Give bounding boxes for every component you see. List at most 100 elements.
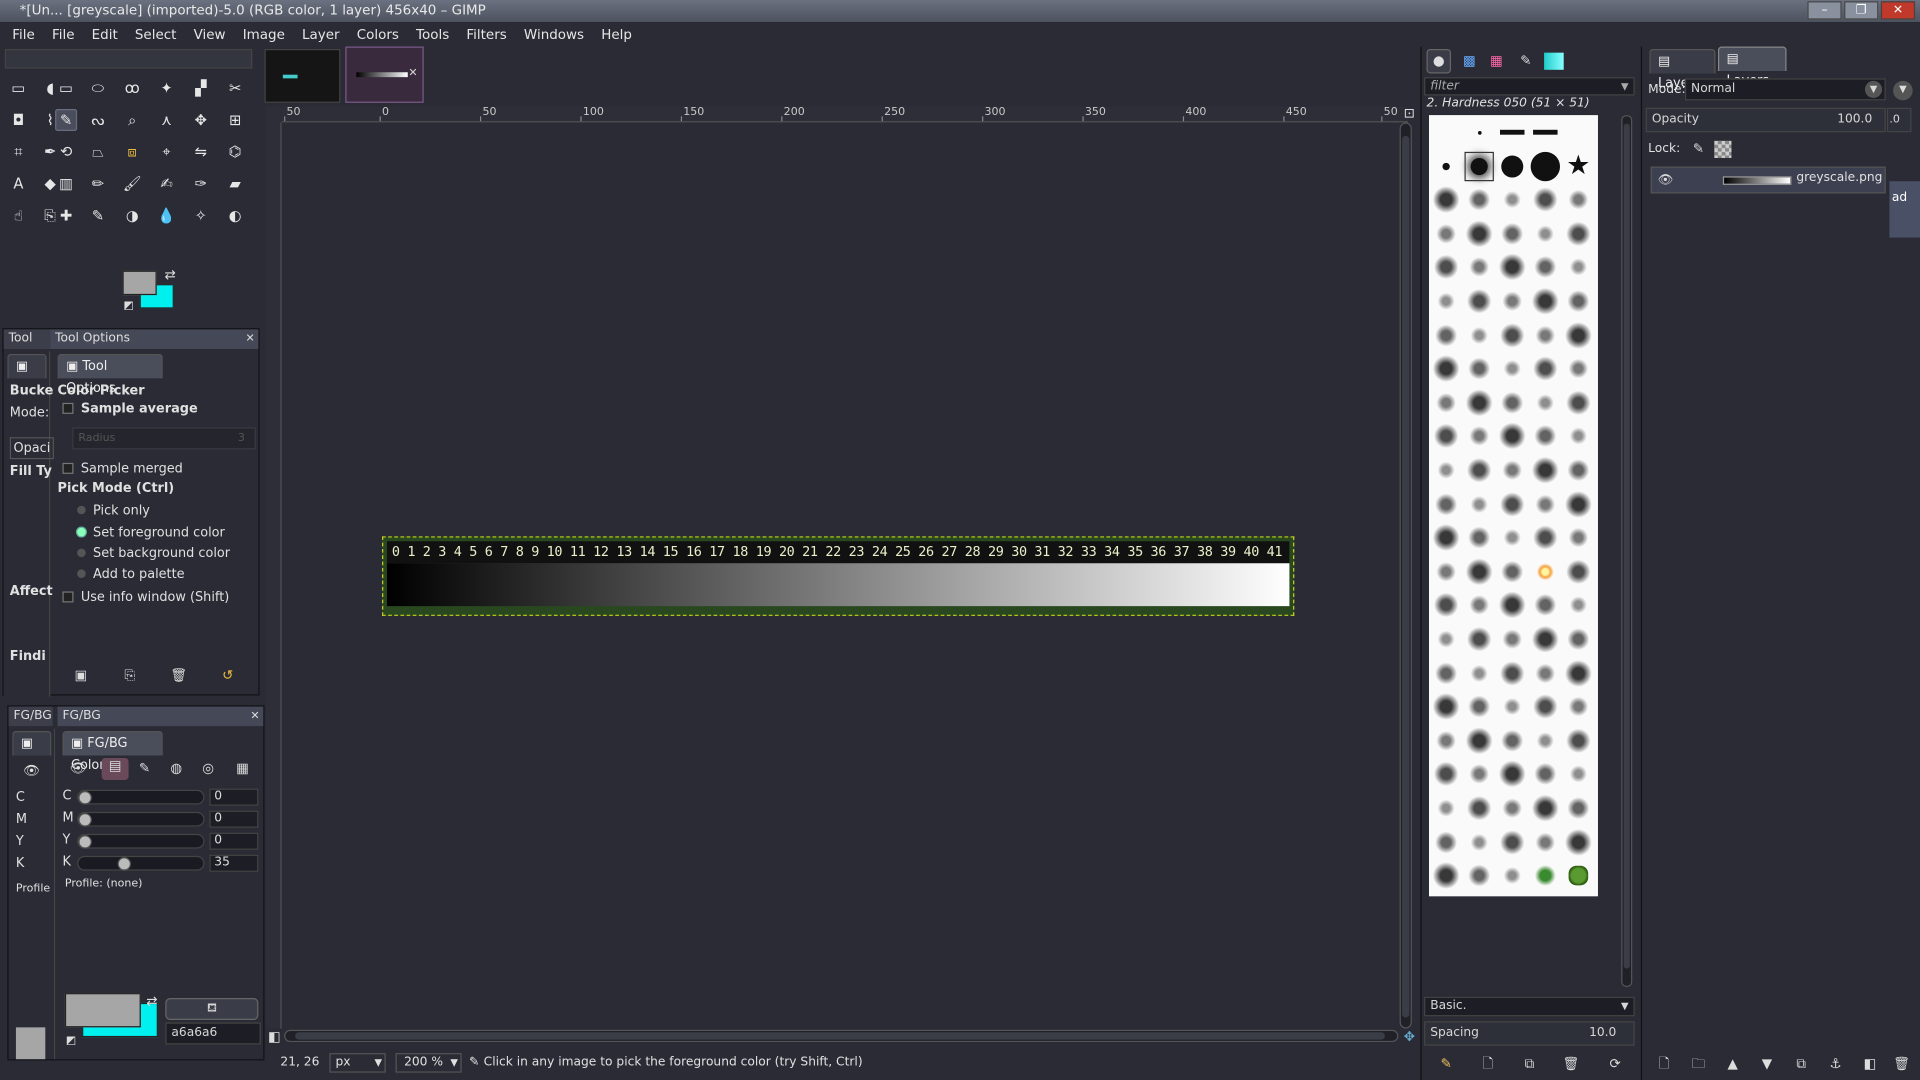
brush-thumbnail[interactable] (1530, 151, 1561, 181)
brush-thumbnail[interactable] (1531, 456, 1560, 485)
measure-icon[interactable]: ⋏ (156, 109, 178, 131)
brush-thumbnail[interactable] (1498, 151, 1527, 180)
brush-thumbnail[interactable] (1431, 692, 1460, 721)
brush-thumbnail[interactable] (1431, 253, 1460, 282)
brush-thumbnail[interactable] (1564, 320, 1593, 349)
brush-thumbnail[interactable] (1465, 692, 1494, 721)
brush-thumbnail[interactable] (1531, 557, 1560, 586)
close-icon[interactable]: ✕ (250, 707, 259, 727)
menu-edit[interactable]: Edit (92, 26, 118, 42)
eye-icon[interactable]: 👁 (23, 763, 40, 780)
edit-brush-icon[interactable]: ✎ (1438, 1056, 1455, 1073)
channel-value-k[interactable]: 35 (209, 854, 259, 872)
brush-thumbnail[interactable] (1431, 726, 1460, 755)
brush-thumbnail[interactable] (1498, 388, 1527, 417)
new-layer-group-icon[interactable]: 🗀 (1690, 1056, 1707, 1073)
brush-thumbnail[interactable] (1531, 118, 1560, 147)
default-colors-icon[interactable]: ◩ (120, 298, 137, 315)
behind-tab[interactable]: ▣ (7, 353, 47, 379)
tab-fgbg-color[interactable]: ▣ FG/BG Color (62, 731, 163, 773)
brush-thumbnail[interactable] (1564, 354, 1593, 383)
brush-thumbnail[interactable] (1564, 827, 1593, 856)
brush-thumbnail[interactable] (1465, 388, 1494, 417)
brush-thumbnail[interactable] (1564, 523, 1593, 552)
behind-tab[interactable]: ▣ (12, 731, 52, 756)
swap-colors-icon[interactable]: ⇄ (143, 993, 160, 1010)
delete-layer-icon[interactable]: 🗑 (1893, 1056, 1910, 1073)
brush-thumbnail[interactable] (1531, 388, 1560, 417)
palette-icon[interactable]: ▦ (1488, 53, 1505, 70)
brush-thumbnail[interactable] (1564, 489, 1593, 518)
sharpen-icon[interactable]: ✧ (190, 204, 212, 226)
brush-thumbnail[interactable] (1531, 624, 1560, 653)
layer-opacity-slider[interactable]: Opacity 100.0 (1645, 107, 1886, 133)
menu-file-2[interactable]: File (52, 26, 75, 42)
brush-thumbnail[interactable] (1564, 422, 1593, 451)
anchor-layer-icon[interactable]: ⚓ (1827, 1056, 1844, 1073)
brush-thumbnail[interactable] (1431, 287, 1460, 316)
brush-thumbnail[interactable] (1531, 591, 1560, 620)
menu-tools[interactable]: Tools (416, 26, 449, 42)
brush-thumbnail[interactable] (1431, 320, 1460, 349)
brush-thumbnail[interactable] (1498, 219, 1527, 248)
close-icon[interactable]: ✕ (245, 329, 254, 349)
brush-thumbnail[interactable] (1498, 287, 1527, 316)
brush-thumbnail[interactable] (1465, 253, 1494, 282)
warp-icon[interactable]: ᔓ (87, 109, 109, 131)
color-picker-icon[interactable]: ✎ (55, 108, 78, 132)
duplicate-layer-icon[interactable]: ⧉ (1793, 1056, 1810, 1073)
brush-thumbnail[interactable] (1431, 624, 1460, 653)
brush-thumbnail[interactable] (1431, 827, 1460, 856)
image-canvas[interactable]: 0 1 2 3 4 5 6 7 8 9 10 11 12 13 14 15 16… (382, 536, 1295, 616)
channel-slider-y[interactable] (77, 833, 205, 849)
foreground-color-swatch[interactable] (64, 993, 141, 1028)
brush-thumbnail[interactable] (1531, 287, 1560, 316)
zoom-toggle-icon[interactable]: ⊡ (1401, 105, 1418, 122)
brush-thumbnail[interactable] (1498, 827, 1527, 856)
brush-thumbnail[interactable] (1431, 861, 1460, 890)
layer-mode-select[interactable]: Normal ▼ (1684, 78, 1886, 101)
crop-icon[interactable]: ⌗ (7, 141, 29, 163)
slider-knob[interactable] (117, 857, 132, 871)
brush-thumbnail[interactable] (1564, 456, 1593, 485)
brush-spacing-slider[interactable]: Spacing 10.0 (1424, 1021, 1635, 1046)
slider-knob[interactable] (78, 791, 92, 805)
swap-colors-icon[interactable]: ⇄ (162, 267, 179, 284)
ellipse-icon[interactable]: ⬭ (87, 77, 109, 99)
brush-thumbnail[interactable] (1564, 388, 1593, 417)
brush-thumbnail[interactable] (1564, 793, 1593, 822)
brush-thumbnail[interactable] (1498, 658, 1527, 687)
brush-thumbnail[interactable] (1465, 320, 1494, 349)
brush-thumbnail[interactable] (1531, 793, 1560, 822)
tab-layers-1[interactable]: ▤ Layers (1649, 48, 1716, 91)
paintbrush-icon[interactable]: 🖌 (121, 173, 143, 195)
maximize-icon[interactable]: ❐ (1844, 1, 1879, 20)
cmyk-selector-icon[interactable]: ▤ (101, 757, 129, 781)
pick-only-radio[interactable]: Pick only (77, 503, 150, 518)
delete-options-icon[interactable]: 🗑 (170, 667, 187, 684)
brush-thumbnail[interactable] (1465, 456, 1494, 485)
watercolor-icon[interactable]: ◎ (200, 760, 217, 777)
raise-layer-icon[interactable]: ▲ (1724, 1056, 1741, 1073)
brush-thumbnail[interactable] (1564, 287, 1593, 316)
brush-thumbnail[interactable] (1465, 861, 1494, 890)
brush-thumbnail[interactable] (1465, 185, 1494, 214)
pencil-icon[interactable]: ✏ (87, 173, 109, 195)
brush-thumbnail[interactable] (1431, 456, 1460, 485)
perspective-icon[interactable]: ⏢ (87, 141, 109, 163)
new-brush-icon[interactable]: 🗋 (1479, 1056, 1496, 1073)
align-icon[interactable]: ⊞ (224, 109, 246, 131)
brush-thumbnail[interactable] (1564, 692, 1593, 721)
channel-value-m[interactable]: 0 (209, 810, 259, 828)
menu-file[interactable]: File (12, 26, 35, 42)
brush-thumbnail[interactable] (1531, 185, 1560, 214)
lock-pixels-icon[interactable]: ✎ (1690, 141, 1707, 158)
zoom-icon[interactable]: ⌕ (121, 109, 143, 131)
fgbg-outer-tab[interactable]: FG/BG (8, 706, 53, 727)
tool-options-outer-tab[interactable]: Tool Op (3, 329, 51, 365)
channel-slider-c[interactable] (77, 789, 205, 805)
brush-thumbnail[interactable] (1431, 591, 1460, 620)
brush-icon[interactable]: ✎ (136, 760, 153, 777)
slider-knob[interactable] (78, 813, 92, 827)
behind-fg-swatch[interactable] (15, 1027, 46, 1060)
